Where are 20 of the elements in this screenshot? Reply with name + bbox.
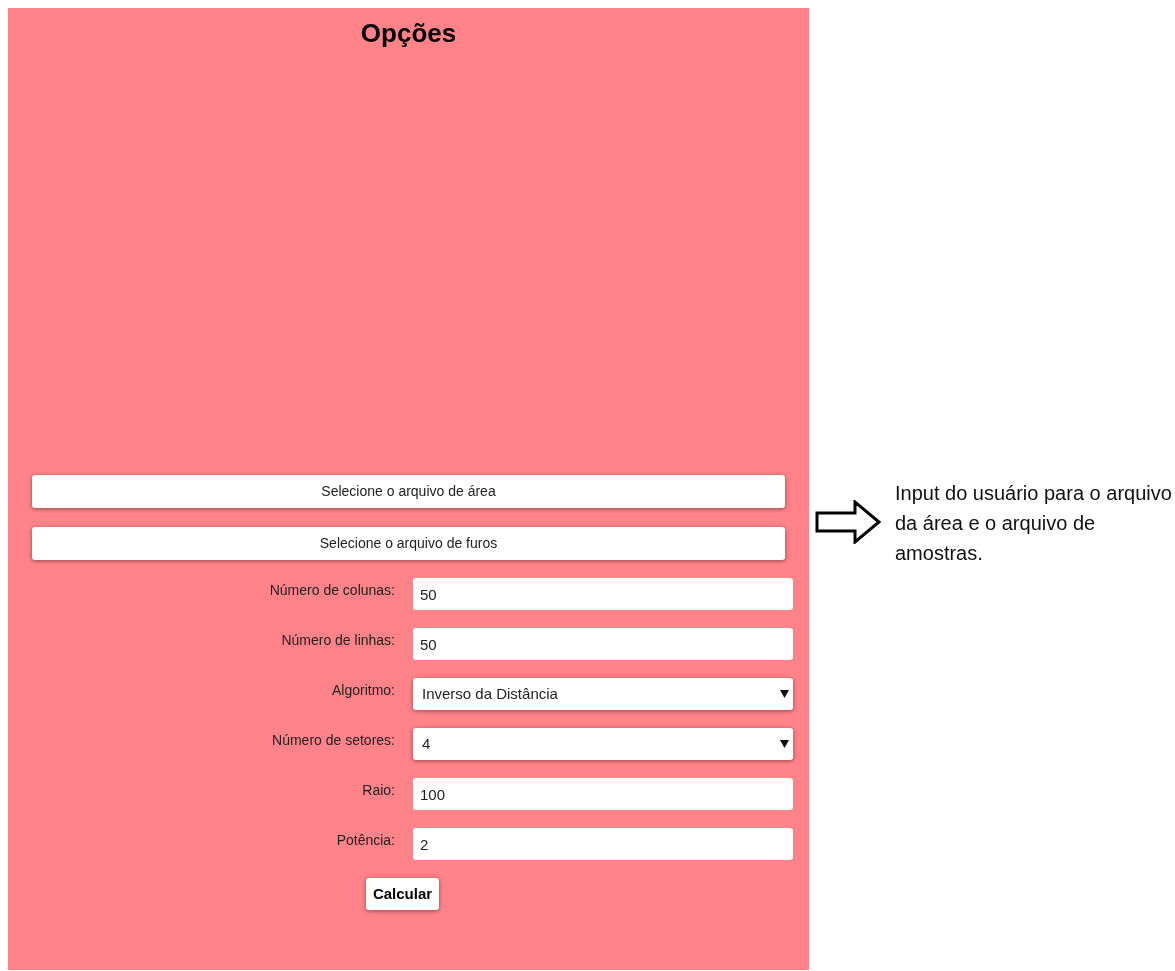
calculate-button[interactable]: Calcular xyxy=(365,878,440,910)
dropdown[interactable]: Inverso da Distância xyxy=(413,678,793,710)
file-select-button[interactable]: Selecione o arquivo de furos xyxy=(32,527,785,560)
field-label: Número de colunas: xyxy=(269,581,395,600)
panel-title: Opções xyxy=(360,17,457,50)
dropdown[interactable]: 4 xyxy=(413,728,793,760)
number-field[interactable]: 100 xyxy=(413,778,793,810)
number-field[interactable]: 2 xyxy=(413,828,793,860)
number-field[interactable]: 50 xyxy=(413,578,793,610)
annotation-text: Input do usuário para o arquivo da área e o arquivo de amostras. xyxy=(895,481,1173,566)
field-label: Número de linhas: xyxy=(281,631,395,650)
number-field[interactable]: 50 xyxy=(413,628,793,660)
arrow-icon xyxy=(815,500,881,544)
field-label: Número de setores: xyxy=(272,731,395,750)
caret-icon xyxy=(780,690,789,698)
field-label: Raio: xyxy=(362,781,395,800)
field-label: Algoritmo: xyxy=(331,681,395,700)
caret-icon xyxy=(780,740,789,748)
field-label: Potência: xyxy=(336,831,395,850)
file-select-button[interactable]: Selecione o arquivo de área xyxy=(32,475,785,508)
